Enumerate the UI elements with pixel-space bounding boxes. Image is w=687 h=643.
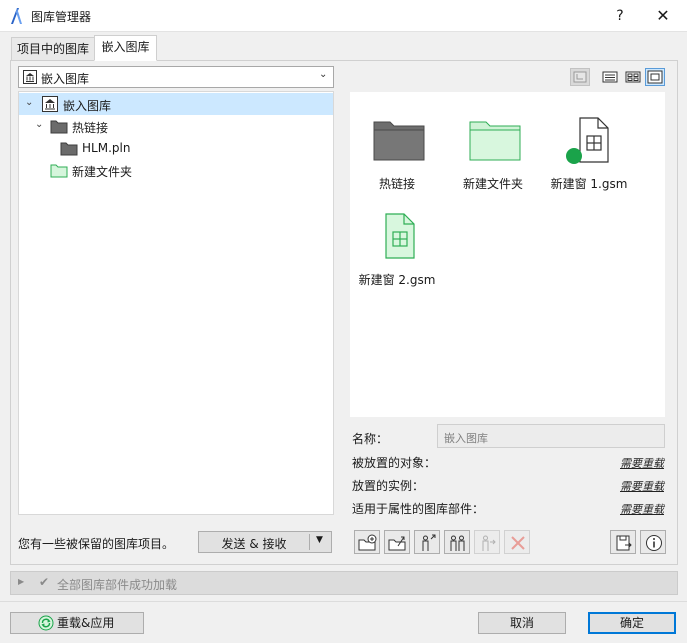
preview-item-window-1[interactable]: 新建窗 1.gsm: [544, 102, 634, 192]
status-bar: ▶ ✔ 全部图库部件成功加载: [10, 571, 678, 595]
save-icon: [616, 535, 632, 551]
parent-folder-button[interactable]: [570, 68, 590, 86]
objects-icon: [450, 535, 465, 551]
footer-divider: [0, 601, 687, 602]
preview-item-window-2[interactable]: 新建窗 2.gsm: [352, 198, 442, 288]
save-library-button[interactable]: [610, 530, 636, 554]
green-folder-icon: [50, 164, 68, 178]
expand-arrow-icon[interactable]: ▶: [18, 577, 24, 586]
placed-objects-label: 被放置的对象：: [352, 456, 437, 470]
send-receive-button[interactable]: 发送 & 接收 ▼: [198, 531, 332, 553]
green-folder-icon: [469, 121, 521, 161]
tree-item-label: 嵌入图库: [63, 99, 112, 113]
name-field: 嵌入图库: [437, 424, 665, 448]
large-icons-view-button[interactable]: [645, 68, 665, 86]
reload-apply-button[interactable]: 重载&应用: [10, 612, 144, 634]
help-button[interactable]: ?: [609, 5, 631, 27]
attribute-parts-value[interactable]: 需要重载: [620, 501, 664, 517]
name-label: 名称：: [352, 432, 389, 446]
move-object-button[interactable]: [474, 530, 500, 554]
placed-instances-value[interactable]: 需要重载: [620, 478, 664, 494]
delete-button[interactable]: [504, 530, 530, 554]
new-folder-icon: [358, 534, 377, 551]
large-icon-view-icon: [647, 70, 663, 84]
button-divider: [309, 534, 310, 550]
cancel-button[interactable]: 取消: [478, 612, 566, 634]
reload-apply-label: 重载&应用: [57, 616, 115, 630]
move-object-icon: [482, 535, 496, 551]
add-object-icon: [422, 534, 436, 551]
preview-item-label: 新建文件夹: [462, 177, 523, 191]
preview-item-new-folder[interactable]: 新建文件夹: [448, 102, 538, 192]
manage-objects-button[interactable]: [444, 530, 470, 554]
folder-icon: [60, 142, 78, 156]
send-receive-label: 发送 & 接收: [221, 537, 287, 551]
window-title: 图库管理器: [31, 10, 92, 24]
placed-instances-label: 放置的实例：: [352, 479, 425, 493]
ok-button[interactable]: 确定: [588, 612, 676, 634]
reserved-items-text: 您有一些被保留的图库项目。: [18, 537, 175, 551]
import-folder-icon: [388, 536, 406, 551]
close-button[interactable]: ✕: [651, 5, 675, 27]
parent-folder-icon: [573, 71, 587, 83]
chevron-down-icon: ⌄: [319, 69, 328, 80]
delete-icon: [511, 536, 525, 550]
tree-item-hlm-pln[interactable]: HLM.pln: [19, 137, 333, 159]
library-icon: [23, 70, 37, 84]
tree-item-new-folder[interactable]: 新建文件夹: [19, 159, 333, 181]
preview-item-label: 热链接: [378, 177, 415, 191]
tree-item-label: HLM.pln: [82, 141, 131, 155]
small-icons-view-button[interactable]: [623, 68, 643, 86]
info-icon: [646, 535, 662, 551]
folder-icon: [50, 120, 68, 134]
library-select-value: 嵌入图库: [41, 72, 90, 86]
app-logo-icon: [11, 8, 22, 24]
preview-item-hotlink[interactable]: 热链接: [352, 102, 442, 192]
check-icon: ✔: [39, 575, 50, 589]
library-preview[interactable]: 热链接 新建文件夹 新建窗 1.gsm 新建窗 2.gsm: [350, 92, 665, 417]
preview-item-label: 新建窗 2.gsm: [358, 273, 436, 287]
tree-item-label: 热链接: [72, 121, 109, 135]
gray-folder-icon: [373, 121, 425, 161]
reload-icon: [38, 615, 54, 631]
list-view-icon: [602, 71, 618, 83]
preview-item-label: 新建窗 1.gsm: [550, 177, 628, 191]
green-window-object-icon: [385, 213, 415, 259]
tab-embedded-library[interactable]: 嵌入图库: [94, 35, 157, 61]
new-folder-button[interactable]: [354, 530, 380, 554]
import-folder-button[interactable]: [384, 530, 410, 554]
chevron-down-icon[interactable]: ⌄: [35, 119, 47, 131]
window-object-icon: [566, 117, 609, 164]
add-object-button[interactable]: [414, 530, 440, 554]
attribute-parts-label: 适用于属性的图库部件：: [352, 502, 485, 516]
title-bar: [0, 0, 687, 32]
library-select[interactable]: 嵌入图库 ⌄: [18, 66, 334, 88]
status-text: 全部图库部件成功加载: [57, 578, 178, 592]
placed-objects-value[interactable]: 需要重载: [620, 455, 664, 471]
grid-view-icon: [625, 71, 641, 83]
library-tree[interactable]: ⌄ 嵌入图库 ⌄ 热链接 HLM.pln 新建文件夹: [18, 91, 334, 515]
list-view-button[interactable]: [600, 68, 620, 86]
tree-item-label: 新建文件夹: [72, 165, 133, 179]
tab-project-libraries[interactable]: 项目中的图库: [11, 37, 95, 61]
info-button[interactable]: [640, 530, 666, 554]
library-icon: [42, 96, 58, 112]
tree-item-embedded-library[interactable]: ⌄ 嵌入图库: [19, 93, 333, 115]
dropdown-arrow-icon[interactable]: ▼: [316, 535, 323, 545]
chevron-down-icon[interactable]: ⌄: [25, 97, 37, 109]
tree-item-hotlink[interactable]: ⌄ 热链接: [19, 115, 333, 137]
